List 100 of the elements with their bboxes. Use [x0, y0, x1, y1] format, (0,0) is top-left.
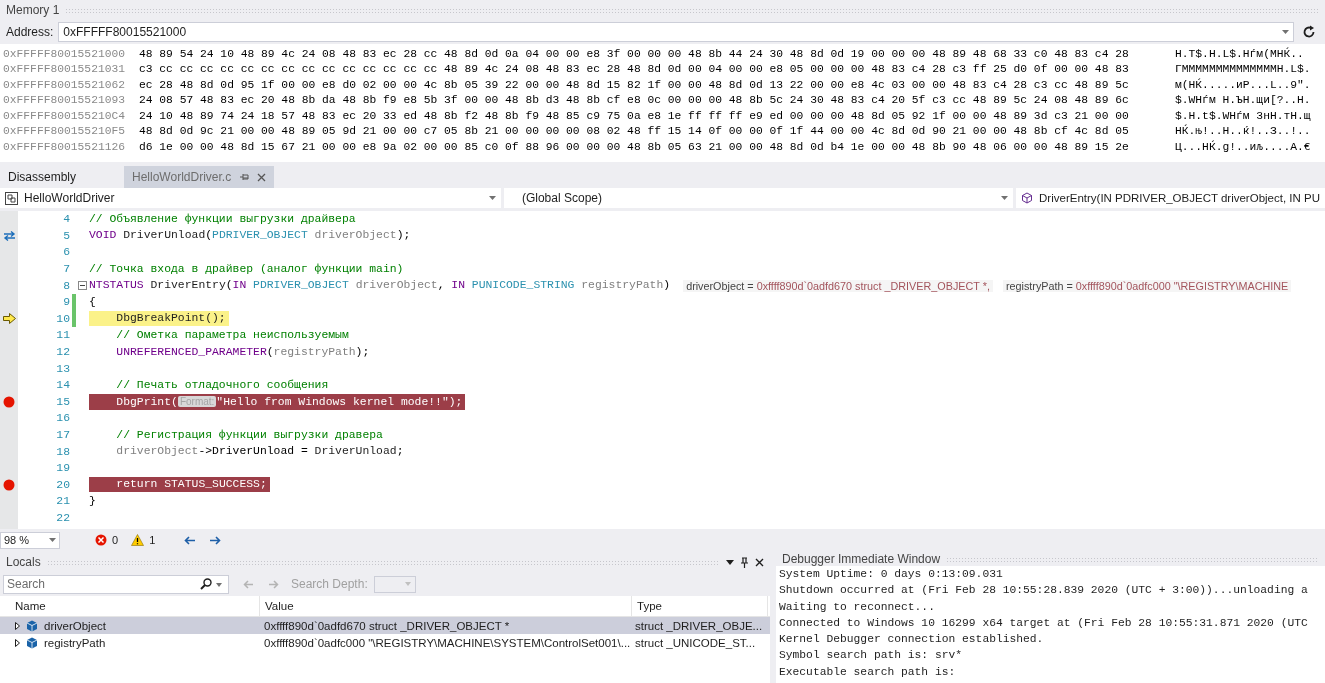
error-icon	[95, 534, 107, 546]
hex-bytes: 24 08 57 48 83 ec 20 48 8b da 48 8b f9 e8 5b 3f 00 00 48 8b d3 48 8b cf e8 0c 00 00 00 48 8b 5c 24 30 48 83 c4 20 5f c3 cc 48 89 5c 24 08 48 89 6c	[139, 94, 1130, 107]
output-line: Symbol search path is: srv*	[779, 649, 964, 664]
output-line: Executable search path is:	[779, 665, 957, 680]
code-line: driverObject->DriverUnload = DriverUnload;	[115, 444, 405, 460]
line-number: 13	[55, 362, 70, 375]
ascii-text: $.H.t$.WHѓм 3нН.тН.щ	[1175, 109, 1311, 122]
close-icon[interactable]	[755, 557, 764, 567]
line-number: 8	[62, 279, 70, 292]
variable-value: 0xffff890d`0adfc000 "\REGISTRY\MACHINE\SYSTEM\ControlSet001\...	[263, 636, 630, 649]
output-line: Kernel Debugger connection established.	[779, 633, 1045, 648]
code-line: NTSTATUS DriverEntry(IN PDRIVER_OBJECT driverObject, IN PUNICODE_STRING registryPath)	[89, 278, 672, 294]
memory-address: 0xFFFFF80015521000	[2, 47, 127, 60]
line-number: 11	[55, 329, 70, 342]
warning-count[interactable]: 1	[149, 534, 156, 546]
zoom-dropdown[interactable]: 98 %	[0, 531, 60, 549]
line-number: 12	[55, 346, 70, 359]
output-line: Waiting to reconnect...	[779, 600, 936, 615]
line-number: 21	[55, 495, 70, 508]
memory-address: 0xFFFFF80015521031	[2, 63, 127, 76]
member-dropdown[interactable]: DriverEntry(IN PDRIVER_OBJECT driverObject, IN PU	[1016, 188, 1325, 208]
column-header[interactable]: Name	[10, 596, 260, 616]
breakpoint-icon[interactable]	[3, 478, 15, 491]
hex-bytes: 48 89 54 24 10 48 89 4c 24 08 48 83 ec 28 cc 48 8d 0d 0a 04 00 00 e8 3f 00 00 00 48 8b 44 24 30 48 8d 0d 19 00 00 00 48 89 48 68 33 c0 48 83 c4 28	[139, 47, 1130, 60]
code-line: // Регистрация функции выгрузки дравера	[115, 427, 384, 443]
expand-arrow-icon[interactable]	[15, 638, 20, 647]
search-depth-label: Search Depth:	[291, 577, 368, 591]
memory-address: 0xFFFFF80015521093	[2, 94, 127, 107]
line-number: 6	[62, 246, 70, 259]
memory-address: 0xFFFFF800155210F5	[2, 125, 127, 138]
scope-dropdown[interactable]: (Global Scope)	[503, 188, 1014, 208]
caret-icon	[488, 196, 496, 200]
editor-tab[interactable]: Disassembly	[0, 166, 84, 188]
panel-title: Memory 1	[6, 3, 60, 17]
inline-value[interactable]: driverObject = 0xffff890d`0adfd670 struct _DRIVER_OBJECT *,	[683, 279, 993, 292]
hex-bytes: d6 1e 00 00 48 8d 15 67 21 00 00 e8 9a 02 00 00 85 c0 0f 88 96 00 00 00 48 8b 05 63 21 00 00 48 8d 0d b4 1e 00 00 48 8b 90 48 06 00 00 48 89 15 2e	[139, 140, 1130, 153]
line-number: 9	[62, 296, 70, 309]
code-line: UNREFERENCED_PARAMETER(registryPath);	[115, 344, 371, 360]
code-line: // Объявление функции выгрузки драйвера	[89, 211, 357, 227]
caret-icon[interactable]	[726, 559, 734, 565]
project-icon	[5, 191, 18, 205]
search-icon[interactable]	[200, 577, 212, 590]
caret-icon	[1282, 30, 1289, 34]
code-line: // Точка входа в драйвер (аналог функции main)	[89, 261, 405, 277]
code-line: VOID DriverUnload(PDRIVER_OBJECT driverObject);	[89, 228, 412, 244]
line-number: 7	[62, 263, 70, 276]
line-number: 5	[62, 229, 70, 242]
line-number: 16	[55, 412, 70, 425]
variable-value: 0xffff890d`0adfd670 struct _DRIVER_OBJECT *	[263, 619, 511, 632]
variable-type: struct _DRIVER_OBJE...	[634, 619, 764, 632]
memory-address: 0xFFFFF800155210C4	[2, 109, 127, 122]
line-number: 20	[55, 478, 70, 491]
output-line: Connected to Windows 10 16299 x64 target at (Fri Feb 28 10:55:31.871 2020 (UTC	[779, 616, 1309, 631]
locals-row[interactable]: driverObject 0xffff890d`0adfd670 struct _DRIVER_OBJECT * struct _DRIVER_OBJE...	[0, 617, 770, 634]
error-count[interactable]: 0	[112, 534, 119, 546]
address-label: Address:	[6, 25, 54, 39]
panel-title: Debugger Immediate Window	[782, 552, 941, 566]
memory-address: 0xFFFFF80015521126	[2, 140, 127, 153]
expand-arrow-icon[interactable]	[15, 621, 20, 630]
code-line: {	[89, 294, 97, 310]
breakpoint-icon[interactable]	[3, 395, 15, 408]
code-line: }	[89, 493, 97, 509]
project-dropdown[interactable]: HelloWorldDriver	[0, 188, 501, 208]
cube-icon	[26, 636, 38, 649]
swap-icon	[2, 230, 16, 241]
caret-icon	[49, 538, 56, 542]
ascii-text: НЌ.њ!..Н..ќ!..З..!..	[1175, 125, 1311, 138]
refresh-icon[interactable]	[1302, 25, 1316, 39]
variable-name: registryPath	[44, 636, 106, 649]
arrow-icon	[2, 313, 16, 325]
panel-title: Locals	[6, 555, 41, 569]
line-number: 17	[55, 429, 70, 441]
column-header[interactable]: Type	[632, 596, 768, 616]
address-field[interactable]: 0xFFFFF80015521000	[58, 22, 1294, 42]
hex-bytes: 24 10 48 89 74 24 18 57 48 83 ec 20 33 ed 48 8b f2 48 8b f9 48 85 c9 75 0a e8 1e ff ff ff e9 ed 00 00 00 48 8d 05 92 1f 00 00 48 89 3d c3 21 00 00	[139, 109, 1130, 122]
ascii-text: $.WHѓм Н.ЪН.щи[?..Н.	[1175, 94, 1311, 107]
column-header[interactable]: Value	[260, 596, 632, 616]
ascii-text: ГММММММММММММММH.L$.	[1175, 63, 1311, 76]
warning-icon	[131, 534, 145, 546]
output-line: Shutdown occurred at (Fri Feb 28 10:55:28.839 2020 (UTC + 3:00))...unloading a	[779, 584, 1309, 599]
locals-row[interactable]: registryPath 0xffff890d`0adfc000 "\REGISTRY\MACHINE\SYSTEM\ControlSet001\... struct _UNICODE_ST...	[0, 634, 770, 651]
collapse-icon[interactable]	[78, 281, 87, 291]
ascii-text: м(НЌ.....иР...L..9".	[1175, 78, 1311, 91]
pin-icon[interactable]	[740, 556, 749, 568]
hex-bytes: c3 cc cc cc cc cc cc cc cc cc cc cc cc cc cc 48 89 4c 24 08 48 83 ec 28 48 8d 0d 00 04 00 00 e8 05 00 00 00 48 83 c4 28 c3 ff 25 d0 0f 00 00 48 83	[139, 63, 1130, 76]
output-line: System Uptime: 0 days 0:13:09.031	[779, 568, 1004, 582]
line-number: 4	[62, 213, 70, 226]
line-number: 22	[55, 512, 70, 524]
hex-bytes: 48 8d 0d 9c 21 00 00 48 89 05 9d 21 00 00 c7 05 8b 21 00 00 00 00 08 02 48 ff 15 14 0f 00 00 0f 1f 44 00 00 4c 8d 0d 90 21 00 00 48 8b cf 4c 8d 05	[139, 125, 1130, 138]
cube-icon	[26, 619, 38, 632]
cube-icon	[1021, 192, 1034, 204]
forward-arrow-icon[interactable]	[209, 535, 222, 545]
search-field[interactable]: Search	[3, 574, 229, 594]
line-number: 18	[55, 445, 70, 458]
back-arrow-icon[interactable]	[184, 535, 197, 545]
ascii-text: Ц...НЌ.g!..иљ....А.€	[1175, 140, 1311, 153]
inline-value[interactable]: registryPath = 0xffff890d`0adfc000 "\REGISTRY\MACHINE	[1002, 279, 1292, 292]
caret-icon	[1001, 196, 1009, 200]
caret-icon	[404, 582, 411, 586]
variable-type: struct _UNICODE_ST...	[634, 636, 757, 649]
